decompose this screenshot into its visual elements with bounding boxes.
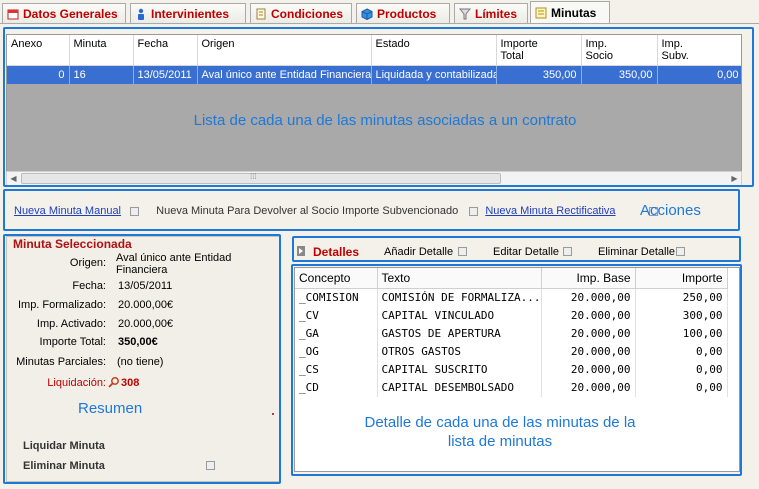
annotation-frame-detail-actions [292,236,741,262]
document-icon [255,8,267,20]
tab-label: Productos [377,6,437,21]
tab-condiciones[interactable]: Condiciones [250,3,352,23]
tab-intervinientes[interactable]: Intervinientes [130,3,246,23]
calendar-icon [7,8,19,20]
tab-label: Límites [475,6,518,21]
tab-minutas[interactable]: Minutas [530,1,610,24]
tab-label: Condiciones [271,6,344,21]
tab-label: Minutas [551,6,597,20]
tab-label: Intervinientes [151,6,230,21]
annotation-frame-list [3,27,754,187]
filter-icon [458,8,472,20]
tab-limites[interactable]: Límites [454,3,528,23]
annotation-actions: Acciones [640,202,701,219]
annotation-detail: Detalle de cada una de las minutas de la… [364,414,636,450]
tab-divider [0,23,759,24]
tab-productos[interactable]: Productos [356,3,450,23]
annotation-frame-actions [3,189,740,231]
person-icon [135,8,147,20]
note-icon [535,7,547,19]
tab-bar: Datos Generales Intervinientes Condicion… [0,0,759,24]
annotation-frame-summary [3,234,281,484]
annotation-list: Lista de cada una de las minutas asociad… [193,112,577,129]
tab-label: Datos Generales [23,6,118,21]
cube-icon [361,7,373,20]
tab-datos-generales[interactable]: Datos Generales [2,3,126,23]
